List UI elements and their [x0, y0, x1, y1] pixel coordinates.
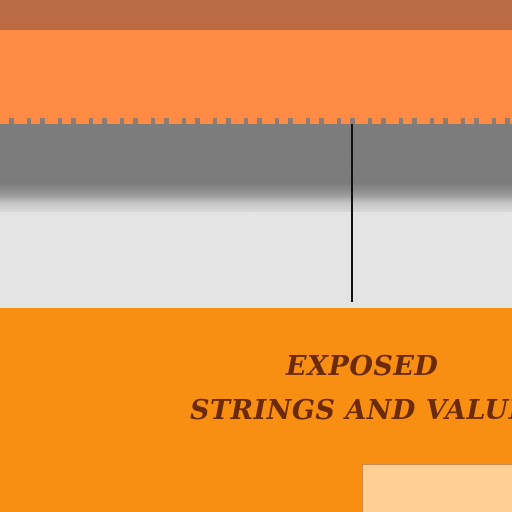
caption-line-1: Exposed: [286, 351, 439, 382]
orange-band: [0, 30, 512, 130]
vertical-divider: [351, 124, 353, 302]
light-area: [0, 212, 512, 308]
gray-band: [0, 124, 512, 216]
top-strip: [0, 0, 512, 30]
caption-line-2: Strings and Values: [190, 395, 512, 426]
canvas: Exposed Strings and Values: [0, 0, 512, 512]
caption: Exposed Strings and Values: [190, 345, 512, 433]
peach-box: [362, 464, 512, 512]
